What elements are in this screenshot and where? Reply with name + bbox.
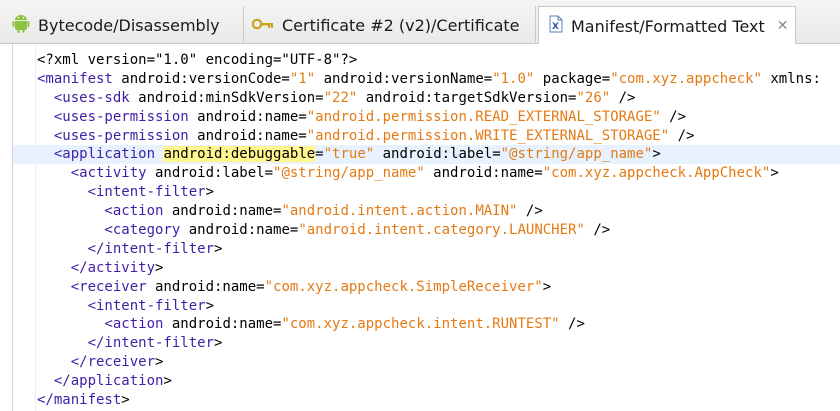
code-line-current: <application android:debuggable="true" a… bbox=[13, 145, 840, 165]
code-editor[interactable]: <?xml version="1.0" encoding="UTF-8"?> <… bbox=[12, 44, 840, 411]
editor-tab-bar: Bytecode/Disassembly Certificate #2 (v2)… bbox=[0, 0, 840, 45]
tab-label: Manifest/Formatted Text bbox=[571, 16, 765, 36]
svg-text:X: X bbox=[552, 22, 559, 32]
tab-label: Bytecode/Disassembly bbox=[38, 15, 220, 35]
xml-file-icon: X bbox=[549, 15, 563, 37]
code-line: <receiver android:name="com.xyz.appcheck… bbox=[37, 278, 552, 295]
tab-manifest-formatted-text[interactable]: X Manifest/Formatted Text ✕ bbox=[538, 6, 796, 45]
code-line: </receiver> bbox=[37, 354, 164, 371]
code-line: <uses-permission android:name="android.p… bbox=[37, 127, 695, 144]
code-line: <intent-filter> bbox=[37, 184, 215, 201]
tab-certificate[interactable]: Certificate #2 (v2)/Certificate bbox=[244, 6, 536, 44]
code-line: <uses-permission android:name="android.p… bbox=[37, 108, 687, 125]
editor-gutter bbox=[13, 44, 36, 411]
code-line: <action android:name="android.intent.act… bbox=[37, 203, 543, 220]
tab-bytecode-disassembly[interactable]: Bytecode/Disassembly bbox=[6, 6, 244, 44]
code-line: <intent-filter> bbox=[37, 297, 215, 314]
highlighted-attribute: android:debuggable bbox=[163, 146, 316, 163]
code-line: </intent-filter> bbox=[37, 240, 223, 257]
code-line: <?xml version="1.0" encoding="UTF-8"?> bbox=[37, 52, 358, 68]
tab-label: Certificate #2 (v2)/Certificate bbox=[282, 15, 520, 35]
code-line: <manifest android:versionCode="1" androi… bbox=[37, 70, 821, 87]
code-line: </application> bbox=[37, 373, 172, 390]
code-line: <uses-sdk android:minSdkVersion="22" and… bbox=[37, 89, 636, 106]
code-line: <activity android:label="@string/app_nam… bbox=[37, 165, 779, 182]
close-icon[interactable]: ✕ bbox=[777, 18, 789, 34]
code-line: </manifest> bbox=[37, 392, 130, 409]
android-icon bbox=[12, 13, 30, 37]
key-icon bbox=[251, 16, 274, 35]
code-text: <?xml version="1.0" encoding="UTF-8"?> <… bbox=[13, 51, 840, 410]
code-line: <action android:name="com.xyz.appcheck.i… bbox=[37, 316, 585, 333]
code-line: </activity> bbox=[37, 259, 164, 276]
code-line: <category android:name="android.intent.c… bbox=[37, 222, 611, 239]
code-line: </intent-filter> bbox=[37, 335, 223, 352]
